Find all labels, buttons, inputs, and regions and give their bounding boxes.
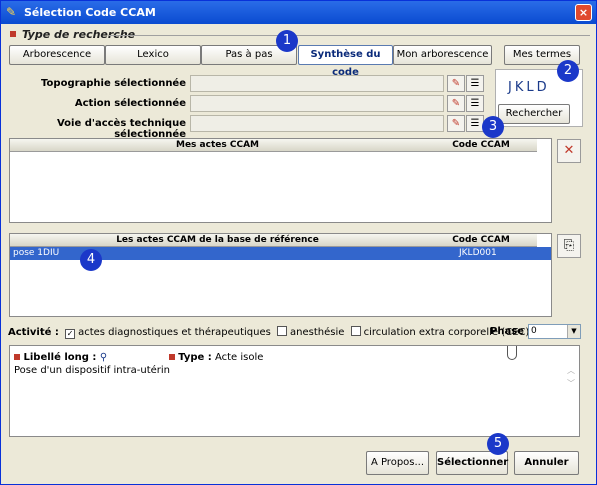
eraser-icon[interactable]: ✎ <box>447 75 465 92</box>
row-label: pose 1DIU <box>13 248 60 258</box>
app-icon: ✎ <box>6 5 17 19</box>
option-label: actes diagnostiques et thérapeutiques <box>78 327 271 338</box>
activity-label: Activité : <box>8 327 59 338</box>
action-label: Action sélectionnée <box>74 98 186 109</box>
bullet-icon <box>14 354 20 360</box>
eraser-icon[interactable]: ✎ <box>447 95 465 112</box>
phase-select[interactable]: 0 ▼ <box>528 324 581 339</box>
column-header: Mes actes CCAM <box>10 139 425 152</box>
voie-label: Voie d'accès technique sélectionnée <box>56 118 186 140</box>
title-bar: ✎ Sélection Code CCAM × <box>1 1 596 24</box>
phase-label: Phase : <box>490 326 532 337</box>
checkbox-diagnostic[interactable]: ✓ <box>65 329 76 339</box>
phase-value: 0 <box>531 326 537 336</box>
column-header: Code CCAM <box>425 234 537 247</box>
tree-icon[interactable]: ☰ <box>466 95 484 112</box>
main-window: ✎ Sélection Code CCAM × Type de recherch… <box>0 0 597 485</box>
tab-synthese[interactable]: Synthèse du code <box>298 45 393 78</box>
tab-lexico[interactable]: Lexico <box>105 45 201 65</box>
callout-badge: 5 <box>487 433 509 455</box>
column-header: Les actes CCAM de la base de référence <box>10 234 425 247</box>
callout-badge: 4 <box>80 249 102 271</box>
callout-badge: 2 <box>557 60 579 82</box>
libelle-heading: Libellé long : ⚲ <box>14 352 107 363</box>
tab-mon-arborescence[interactable]: Mon arborescence <box>393 45 492 65</box>
row-code: JKLD001 <box>459 248 497 258</box>
action-field[interactable] <box>190 95 444 112</box>
remove-icon[interactable]: ✕ <box>557 139 581 163</box>
callout-badge: 3 <box>482 116 504 138</box>
details-panel: Libellé long : ⚲ Type : Acte isole Pose … <box>9 345 580 437</box>
chevron-down-icon: ▼ <box>567 325 580 338</box>
reference-table: Les actes CCAM de la base de référence C… <box>9 233 552 317</box>
bullet-icon <box>10 31 16 37</box>
close-button[interactable]: × <box>575 4 592 21</box>
column-header: Code CCAM <box>425 139 537 152</box>
topographie-label: Topographie sélectionnée <box>41 78 186 89</box>
add-icon[interactable]: ⎘ <box>557 234 581 258</box>
cancel-button[interactable]: Annuler <box>514 451 579 475</box>
scrollbar[interactable]: ︿ ﹀ <box>565 364 577 390</box>
code-value: JKLD <box>508 80 550 95</box>
eraser-icon[interactable]: ✎ <box>447 115 465 132</box>
about-button[interactable]: A Propos... <box>366 451 429 475</box>
libelle-text: Pose d'un dispositif intra-utérin <box>14 365 170 376</box>
checkbox-anesthesie[interactable] <box>277 326 288 336</box>
separator <box>109 35 590 36</box>
option-label: anesthésie <box>290 327 345 338</box>
tab-arborescence[interactable]: Arborescence <box>9 45 105 65</box>
paperclip-icon <box>507 346 517 360</box>
window-title: Sélection Code CCAM <box>24 6 156 19</box>
magnifier-icon[interactable]: ⚲ <box>100 352 107 363</box>
callout-badge: 1 <box>276 30 298 52</box>
my-acts-table: Mes actes CCAM Code CCAM <box>9 138 552 223</box>
checkbox-cec[interactable] <box>350 326 361 336</box>
voie-field[interactable] <box>190 115 444 132</box>
libelle-label: Libellé long : <box>23 352 97 363</box>
type-value: Acte isole <box>214 352 264 363</box>
bullet-icon <box>169 354 175 360</box>
type-heading: Type : Acte isole <box>169 352 263 363</box>
tree-icon[interactable]: ☰ <box>466 75 484 92</box>
activity-row: Activité : ✓ actes diagnostiques et théra… <box>8 326 529 339</box>
search-button[interactable]: Rechercher <box>498 104 570 124</box>
topographie-field[interactable] <box>190 75 444 92</box>
type-label: Type : <box>178 352 212 363</box>
